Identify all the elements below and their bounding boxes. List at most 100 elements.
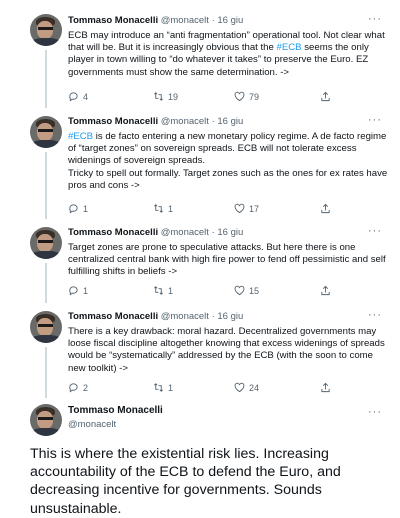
heart-icon xyxy=(234,203,245,214)
thread-line xyxy=(45,152,47,219)
share-icon xyxy=(321,382,330,393)
reply-icon xyxy=(69,204,78,214)
reply-button[interactable]: 1 xyxy=(68,203,88,214)
thread-line xyxy=(45,263,47,303)
share-icon xyxy=(321,203,330,214)
author-name[interactable]: Tommaso Monacelli xyxy=(68,311,158,322)
avatar[interactable] xyxy=(30,14,62,46)
tweet-line: #ECB is de facto entering a new monetary… xyxy=(68,131,387,142)
tweet-text: Target zones are prone to speculative at… xyxy=(68,242,388,279)
tweet-line: new toolkit) -> xyxy=(68,362,128,374)
author-handle[interactable]: @monacelt xyxy=(161,227,209,238)
thread-line xyxy=(45,347,47,398)
reply-icon xyxy=(69,286,78,296)
tweet[interactable]: Tommaso Monacelli @monacelt · 16 giu ···… xyxy=(0,305,400,400)
tweet-line: loose fiscal discipline altogether knowi… xyxy=(68,338,385,350)
tweet[interactable]: Tommaso Monacelli @monacelt · 16 giu ···… xyxy=(0,221,400,305)
tweet-date[interactable]: 16 giu xyxy=(217,116,243,127)
like-count: 79 xyxy=(249,91,260,102)
tweet-line: governments must show the same determina… xyxy=(68,66,290,78)
tweet-actions: 4 19 79 xyxy=(68,91,368,105)
tweet-actions: 2 1 24 xyxy=(68,382,368,396)
avatar[interactable] xyxy=(30,116,62,148)
author-handle[interactable]: @monacelt xyxy=(161,15,209,26)
share-button[interactable] xyxy=(320,382,331,393)
reply-icon xyxy=(69,92,78,102)
tweet-actions: 1 1 17 xyxy=(68,203,368,217)
tweet-text: #ECB is de facto entering a new monetary… xyxy=(68,131,388,192)
heart-icon xyxy=(234,382,245,393)
like-button[interactable]: 79 xyxy=(234,91,259,102)
more-options-icon[interactable]: ··· xyxy=(368,114,382,126)
more-options-icon[interactable]: ··· xyxy=(368,13,382,25)
reply-button[interactable]: 2 xyxy=(68,382,88,393)
retweet-count: 1 xyxy=(168,285,174,296)
reply-button[interactable]: 1 xyxy=(68,285,88,296)
retweet-button[interactable]: 1 xyxy=(153,382,173,393)
separator-dot: · xyxy=(211,116,215,127)
tweet-line: centralized central bank with high fire … xyxy=(68,254,386,266)
more-options-icon[interactable]: ··· xyxy=(368,309,382,321)
author-name[interactable]: Tommaso Monacelli xyxy=(68,116,158,127)
retweet-button[interactable]: 1 xyxy=(153,203,173,214)
tweet-line: Tricky to spell out formally. Target zon… xyxy=(68,167,388,179)
separator-dot: · xyxy=(211,227,215,238)
author-name[interactable]: Tommaso Monacelli xyxy=(68,405,163,416)
reply-count: 4 xyxy=(83,91,89,102)
author-name[interactable]: Tommaso Monacelli xyxy=(68,15,158,26)
retweet-icon xyxy=(154,286,163,295)
avatar[interactable] xyxy=(30,404,62,436)
retweet-button[interactable]: 19 xyxy=(153,91,178,102)
tweet-date[interactable]: 16 giu xyxy=(217,15,243,26)
retweet-icon xyxy=(154,383,163,392)
avatar[interactable] xyxy=(30,227,62,259)
more-options-icon[interactable]: ··· xyxy=(368,225,382,237)
retweet-icon xyxy=(154,92,163,101)
retweet-count: 1 xyxy=(168,382,174,393)
hashtag-link[interactable]: #ECB xyxy=(68,131,93,142)
like-button[interactable]: 17 xyxy=(234,203,259,214)
main-tweet-text: This is where the existential risk lies.… xyxy=(30,446,341,517)
separator-dot: · xyxy=(211,311,215,322)
tweet-header: Tommaso Monacelli @monacelt · 16 giu xyxy=(68,311,384,325)
heart-icon xyxy=(234,91,245,102)
author-handle[interactable]: @monacelt xyxy=(161,311,209,322)
like-count: 17 xyxy=(249,203,260,214)
retweet-button[interactable]: 1 xyxy=(153,285,173,296)
author-name[interactable]: Tommaso Monacelli xyxy=(68,227,158,238)
tweet[interactable]: Tommaso Monacelli @monacelt · 16 giu ···… xyxy=(0,0,400,110)
author-handle[interactable]: @monacelt xyxy=(68,419,116,430)
hashtag-link[interactable]: #ECB xyxy=(277,42,302,53)
reply-count: 2 xyxy=(83,382,89,393)
share-icon xyxy=(321,91,330,102)
tweet-header: Tommaso Monacelli @monacelt · 16 giu xyxy=(68,116,384,130)
reply-icon xyxy=(69,383,78,393)
like-button[interactable]: 15 xyxy=(234,285,259,296)
tweet-text: There is a key drawback: moral hazard. D… xyxy=(68,326,388,375)
like-button[interactable]: 24 xyxy=(234,382,259,393)
tweet[interactable]: Tommaso Monacelli @monacelt · 16 giu ···… xyxy=(0,110,400,221)
tweet-line: would be “systematically” addressed by t… xyxy=(68,350,374,362)
tweet-line: widenings of sovereign spreads. xyxy=(68,155,206,167)
tweet-date[interactable]: 16 giu xyxy=(217,311,243,322)
tweet-line: ECB may introduce an “anti fragmentation… xyxy=(68,30,385,41)
thread-line xyxy=(45,50,47,108)
tweet-line: that will be. But it is increasingly obv… xyxy=(68,42,369,54)
avatar[interactable] xyxy=(30,311,62,343)
like-count: 24 xyxy=(249,382,260,393)
share-button[interactable] xyxy=(320,285,331,296)
retweet-icon xyxy=(154,204,163,213)
like-count: 15 xyxy=(249,285,260,296)
retweet-count: 19 xyxy=(168,91,179,102)
tweet-line: Target zones are prone to speculative at… xyxy=(68,242,356,253)
share-button[interactable] xyxy=(320,203,331,214)
share-button[interactable] xyxy=(320,91,331,102)
tweet-actions: 1 1 15 xyxy=(68,285,368,299)
tweet-header: Tommaso Monacelli @monacelt · 16 giu xyxy=(68,15,384,29)
author-handle[interactable]: @monacelt xyxy=(161,116,209,127)
reply-count: 1 xyxy=(83,203,89,214)
tweet-line: fulfilling shifts in beliefs -> xyxy=(68,266,178,278)
reply-button[interactable]: 4 xyxy=(68,91,88,102)
more-options-icon[interactable]: ··· xyxy=(368,406,382,418)
tweet-date[interactable]: 16 giu xyxy=(217,227,243,238)
